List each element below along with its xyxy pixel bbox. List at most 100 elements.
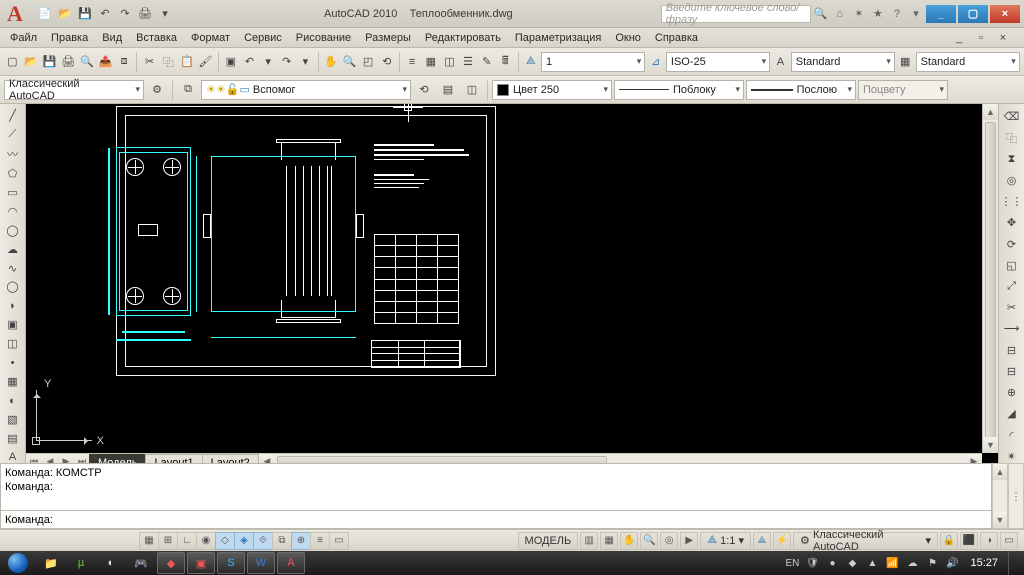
menu-window[interactable]: Окно (609, 30, 647, 46)
model-paper-button[interactable]: МОДЕЛЬ (518, 532, 579, 550)
redo-icon[interactable]: ↷ (278, 51, 295, 73)
dyn-toggle[interactable]: ⊕ (291, 532, 311, 550)
taskbar-autocad-icon[interactable]: A (277, 552, 305, 574)
gradient-tool-icon[interactable]: ◐ (3, 393, 23, 408)
arc-tool-icon[interactable]: ◠ (3, 204, 23, 219)
taskbar-app1-icon[interactable]: ◆ (157, 552, 185, 574)
fillet-icon[interactable]: ◜ (1002, 427, 1022, 444)
app-logo[interactable]: A (0, 0, 30, 28)
canvas-vertical-scrollbar[interactable]: ▲ ▼ (982, 104, 998, 453)
anno-scale-icon[interactable]: ⟁ (522, 51, 539, 73)
doc-close-button[interactable]: × (992, 27, 1014, 49)
new-icon[interactable]: ▢ (4, 51, 21, 73)
circle-tool-icon[interactable]: ◯ (3, 223, 23, 238)
spline-tool-icon[interactable]: ∿ (3, 261, 23, 276)
cut-icon[interactable]: ✂ (141, 51, 158, 73)
cmd-scroll-down-icon[interactable]: ▼ (993, 512, 1007, 528)
menu-parametric[interactable]: Параметризация (509, 30, 607, 46)
osnap-toggle[interactable]: ◇ (215, 532, 235, 550)
taskbar-utorrent-icon[interactable]: µ (67, 552, 95, 574)
stretch-icon[interactable]: ⤢ (1002, 278, 1022, 295)
command-grip-icon[interactable]: ⋮ (1008, 463, 1024, 529)
ellipsearc-tool-icon[interactable]: ◗ (3, 298, 23, 313)
workspace-settings-icon[interactable]: ⚙ (146, 79, 168, 101)
color-dropdown[interactable]: Цвет 250 (492, 80, 612, 100)
plot-icon[interactable]: 🖨 (60, 51, 77, 73)
tray-network-icon[interactable]: 📶 (884, 555, 900, 571)
qat-undo-icon[interactable]: ↶ (96, 5, 114, 23)
qat-print-icon[interactable]: 🖨 (136, 5, 154, 23)
3dosnap-toggle[interactable]: ◈ (234, 532, 254, 550)
annotation-scale-dropdown[interactable]: 1 (541, 52, 645, 72)
rectangle-tool-icon[interactable]: ▭ (3, 185, 23, 200)
taskbar-explorer-icon[interactable]: 📁 (37, 552, 65, 574)
dimstyle-dropdown[interactable]: ISO-25 (666, 52, 770, 72)
revcloud-tool-icon[interactable]: ☁ (3, 242, 23, 257)
linetype-dropdown[interactable]: Поблоку (614, 80, 744, 100)
undo-drop-icon[interactable]: ▾ (260, 51, 277, 73)
layer-prev-icon[interactable]: ⟲ (413, 79, 435, 101)
3ddwf-icon[interactable]: ⧈ (116, 51, 133, 73)
array-icon[interactable]: ⋮⋮ (1002, 193, 1022, 210)
toolpalette-icon[interactable]: ◫ (441, 51, 458, 73)
scroll-down-icon[interactable]: ▼ (983, 437, 998, 453)
qat-redo-icon[interactable]: ↷ (116, 5, 134, 23)
redo-drop-icon[interactable]: ▾ (297, 51, 314, 73)
window-close-button[interactable]: × (990, 5, 1020, 23)
quickview-layouts-icon[interactable]: ▥ (580, 532, 598, 550)
layer-iso-icon[interactable]: ◫ (461, 79, 483, 101)
quickcalc-icon[interactable]: 🖩 (497, 51, 514, 73)
tray-icon-4[interactable]: ☁ (904, 555, 920, 571)
toolbar-lock-icon[interactable]: 🔒 (940, 532, 958, 550)
quickview-dwgs-icon[interactable]: ▦ (600, 532, 618, 550)
show-desktop-button[interactable] (1008, 551, 1018, 575)
taskbar-game-icon[interactable]: 🎮 (127, 552, 155, 574)
subscription-icon[interactable]: ⌂ (832, 6, 848, 22)
command-input[interactable]: Команда: (0, 511, 992, 529)
insert-block-icon[interactable]: ▣ (3, 317, 23, 332)
textstyle-dropdown[interactable]: Standard (791, 52, 895, 72)
menu-tools[interactable]: Сервис (238, 30, 288, 46)
paste-icon[interactable]: 📋 (179, 51, 196, 73)
point-tool-icon[interactable]: • (3, 355, 23, 370)
tray-icon-1[interactable]: ● (824, 555, 840, 571)
textstyle-icon[interactable]: A (772, 51, 789, 73)
menu-edit[interactable]: Правка (45, 30, 94, 46)
zoom-status-icon[interactable]: 🔍 (640, 532, 658, 550)
doc-restore-button[interactable]: ▫ (970, 27, 992, 49)
menu-format[interactable]: Формат (185, 30, 236, 46)
qat-new-icon[interactable]: 📄 (36, 5, 54, 23)
menu-file[interactable]: Файл (4, 30, 43, 46)
matchprop-icon[interactable]: 🖌 (197, 51, 214, 73)
pan-icon[interactable]: ✋ (323, 51, 340, 73)
cleanscreen-icon[interactable]: ▭ (1000, 532, 1018, 550)
taskbar-app2-icon[interactable]: ▣ (187, 552, 215, 574)
taskbar-chrome-icon[interactable]: ◐ (97, 552, 125, 574)
extend-icon[interactable]: ⟶ (1002, 320, 1022, 337)
tray-flag-icon[interactable]: ⚑ (924, 555, 940, 571)
rotate-icon[interactable]: ⟳ (1002, 235, 1022, 252)
wheel-status-icon[interactable]: ◎ (660, 532, 678, 550)
zoom-win-icon[interactable]: ◰ (360, 51, 377, 73)
ortho-toggle[interactable]: ∟ (177, 532, 197, 550)
line-tool-icon[interactable]: ╱ (3, 108, 23, 123)
dimstyle-icon[interactable]: ⊿ (647, 51, 664, 73)
trim-icon[interactable]: ✂ (1002, 299, 1022, 316)
menu-view[interactable]: Вид (96, 30, 128, 46)
hardware-accel-icon[interactable]: ⬛ (960, 532, 978, 550)
polyline-tool-icon[interactable]: 〰 (3, 146, 23, 162)
table-tool-icon[interactable]: ▤ (3, 431, 23, 446)
qat-open-icon[interactable]: 📂 (56, 5, 74, 23)
publish-icon[interactable]: 📤 (97, 51, 114, 73)
qat-more-icon[interactable]: ▾ (156, 5, 174, 23)
showmotion-icon[interactable]: ▶ (680, 532, 698, 550)
workspace-status[interactable]: ⚙ Классический AutoCAD ▾ (793, 532, 938, 550)
tablestyle-dropdown[interactable]: Standard (916, 52, 1020, 72)
tray-icon-2[interactable]: ◆ (844, 555, 860, 571)
polygon-tool-icon[interactable]: ⬠ (3, 166, 23, 181)
erase-icon[interactable]: ⌫ (1002, 108, 1022, 125)
markup-icon[interactable]: ✎ (478, 51, 495, 73)
make-block-icon[interactable]: ◫ (3, 336, 23, 351)
scroll-up-icon[interactable]: ▲ (983, 104, 998, 120)
zoom-realtime-icon[interactable]: 🔍 (341, 51, 358, 73)
